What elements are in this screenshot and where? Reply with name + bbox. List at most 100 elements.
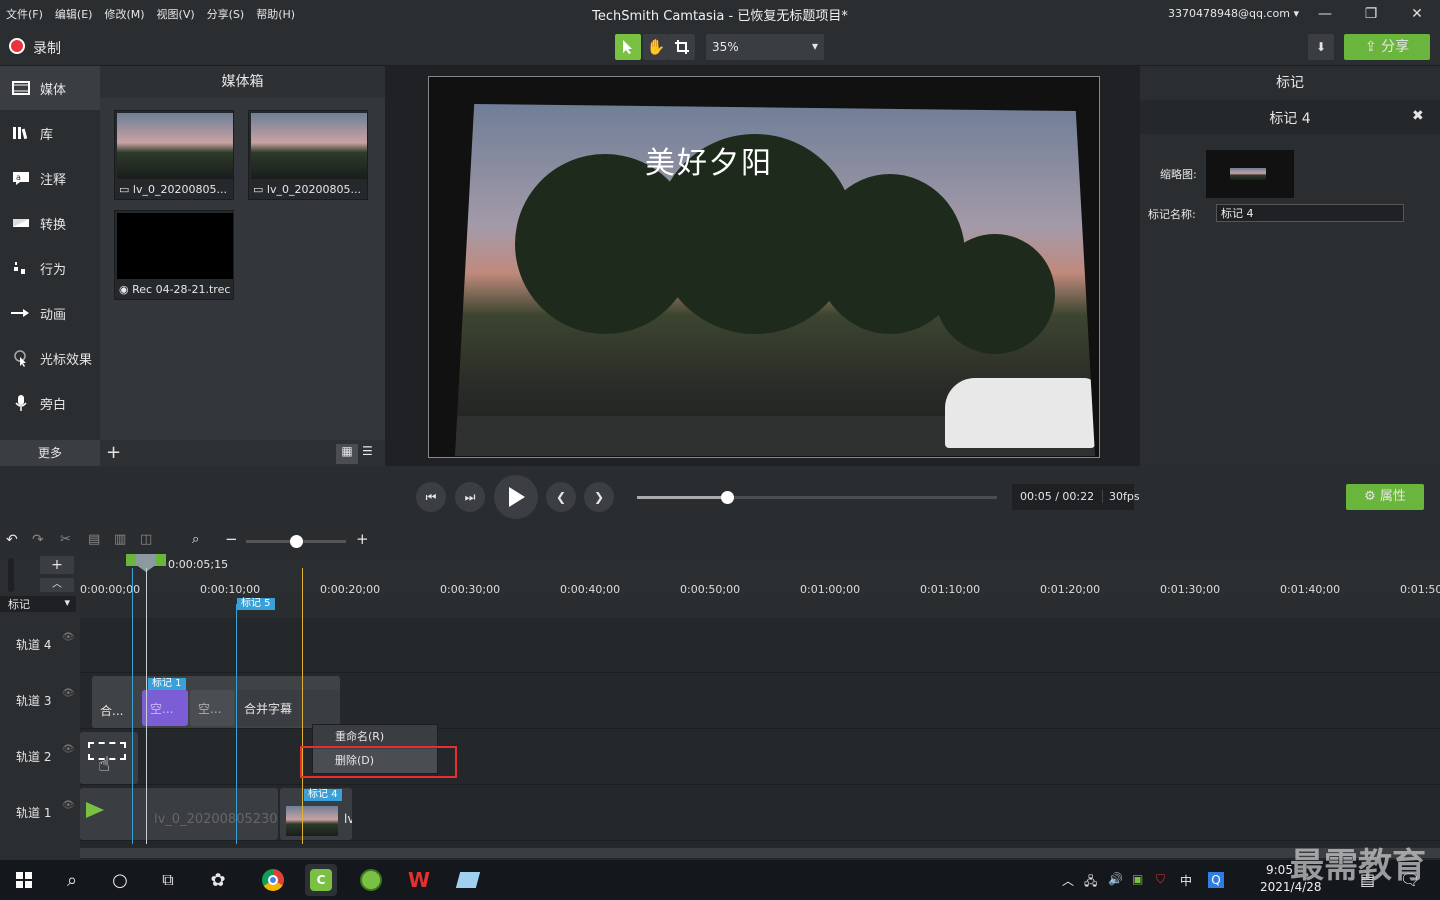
properties-button[interactable]: ⚙ 属性 [1346,484,1424,510]
marker-tag[interactable]: 标记 1 [148,678,186,690]
marker-track-label: 标记 [8,598,30,611]
track-height-slider[interactable] [8,558,14,592]
close-icon[interactable]: ✖ [1412,108,1424,124]
menu-file[interactable]: 文件(F) [6,6,43,22]
crop-tool-button[interactable] [669,34,695,60]
melon-app-icon[interactable] [355,864,387,896]
play-button[interactable] [494,475,538,519]
eye-icon[interactable]: 👁 [62,800,75,811]
ime-indicator[interactable]: 中 [1180,872,1192,889]
merged-caption-clip[interactable]: 合并字幕 [236,690,340,726]
wps-icon[interactable]: W [403,864,435,896]
previous-button[interactable]: ❮ [546,482,576,512]
grid-view-icon[interactable]: ▦ [336,444,358,464]
zoom-select[interactable]: 35% ▾ [706,34,824,60]
sidebar-item-media[interactable]: 媒体 [0,66,100,110]
sidebar-item-voice-narration[interactable]: 旁白 [0,381,100,425]
sidebar-item-annotation[interactable]: a 注释 [0,156,100,200]
zoom-icon[interactable]: ⌕ [192,532,199,547]
marker-name-input[interactable] [1216,204,1404,222]
timeline-scrollbar[interactable] [80,848,1440,858]
media-bin-panel: 媒体箱 ▭ lv_0_20200805... ▭ lv_0_20200805..… [100,66,385,466]
more-button[interactable]: 更多 [0,440,100,466]
marker-tag[interactable]: 标记 4 [304,789,342,801]
select-tool-button[interactable] [615,34,641,60]
next-button[interactable]: ❯ [584,482,614,512]
cut-icon[interactable]: ✂ [60,532,71,547]
redo-icon[interactable]: ↷ [32,532,44,548]
account-menu[interactable]: 3370478948@qq.com ▾ [1168,7,1299,20]
sidebar-item-animation[interactable]: 动画 [0,291,100,335]
chrome-icon[interactable] [257,864,289,896]
pinwheel-app-icon[interactable]: ✿ [202,864,234,896]
marker-track-select[interactable]: 标记 ▾ [0,596,76,612]
download-button[interactable]: ⬇ [1308,34,1334,60]
clock-time[interactable]: 9:05 [1266,863,1293,877]
add-track-button[interactable]: + [40,556,74,574]
media-bin-title: 媒体箱 [100,66,385,98]
chevron-up-icon[interactable]: ︿ [1062,872,1074,889]
timeline-zoom-slider[interactable] [246,535,346,548]
marker-tag[interactable]: 标记 5 [237,598,275,610]
eye-icon[interactable]: 👁 [62,688,75,699]
media-item[interactable]: ◉ Rec 04-28-21.trec [114,210,234,300]
menu-edit[interactable]: 编辑(E) [55,6,93,22]
camtasia-icon[interactable]: C [305,864,337,896]
eye-icon[interactable]: 👁 [62,744,75,755]
add-icon[interactable]: + [106,442,121,463]
step-back-button[interactable]: ⏮ [416,482,446,512]
restore-button[interactable]: ❐ [1348,2,1394,26]
search-icon[interactable]: ⌕ [56,864,88,896]
video-clip[interactable]: lv_0_20200805230 [80,788,278,840]
empty-caption-clip[interactable]: 空... [142,690,188,726]
split-icon[interactable]: ◫ [140,532,152,547]
marker-track [80,598,1440,618]
sidebar-item-library[interactable]: 库 [0,111,100,155]
menu-modify[interactable]: 修改(M) [104,6,144,22]
thumbnail-label: 缩略图: [1160,168,1197,181]
media-item-name: lv_0_20200805... [132,183,227,196]
close-button[interactable]: ✕ [1394,2,1440,26]
volume-icon[interactable]: 🔊 [1108,872,1123,886]
properties-subheader-bar: 标记 4 ✖ [1140,100,1440,134]
cortana-icon[interactable]: ○ [104,864,136,896]
timeline-ruler[interactable]: 0:00:00;00 0:00:10;00 0:00:20;00 0:00:30;00… [80,554,1440,598]
cursor-clip[interactable]: ☝ [80,732,138,784]
video-frame[interactable]: 美好夕阳 [455,104,1095,456]
zoom-slider-handle[interactable] [290,535,303,548]
share-button[interactable]: ⇪ 分享 [1344,34,1430,60]
paste-icon[interactable]: ▥ [114,532,126,547]
sidebar-item-cursor-effects[interactable]: 光标效果 [0,336,100,380]
media-item[interactable]: ▭ lv_0_20200805... [114,110,234,200]
security-icon[interactable]: ⛉ [1156,872,1165,887]
notes-app-icon[interactable] [452,864,484,896]
zoom-out-icon[interactable]: − [225,530,238,548]
undo-icon[interactable]: ↶ [6,532,18,548]
windows-start-icon[interactable] [8,864,40,896]
media-item[interactable]: ▭ lv_0_20200805... [248,110,368,200]
properties-header: 标记 [1276,75,1304,91]
menu-help[interactable]: 帮助(H) [256,6,295,22]
video-caption[interactable]: 美好夕阳 [645,138,773,182]
task-view-icon[interactable]: ⧉ [152,864,184,896]
nvidia-icon[interactable]: ▣ [1132,872,1143,886]
menu-view[interactable]: 视图(V) [157,6,195,22]
sidebar-item-transition[interactable]: 转换 [0,201,100,245]
scrub-handle[interactable] [721,491,734,504]
minimize-button[interactable]: — [1302,2,1348,26]
sidebar-item-behavior[interactable]: 行为 [0,246,100,290]
eye-icon[interactable]: 👁 [62,632,75,643]
pan-tool-button[interactable]: ✋ [643,34,669,60]
record-button[interactable]: 录制 [33,38,61,58]
zoom-in-icon[interactable]: + [356,530,369,548]
copy-icon[interactable]: ▤ [88,532,100,547]
qq-icon[interactable]: Q [1208,872,1224,888]
collapse-button[interactable]: ︿ [40,578,74,592]
scrub-track[interactable] [637,491,997,504]
list-view-icon[interactable]: ☰ [362,444,373,458]
record-icon[interactable] [9,38,25,54]
empty-caption-clip[interactable]: 空... [190,690,234,726]
network-icon[interactable]: 🖧 [1084,872,1097,893]
menu-share[interactable]: 分享(S) [207,6,245,22]
step-forward-button[interactable]: ⏭ [455,482,485,512]
